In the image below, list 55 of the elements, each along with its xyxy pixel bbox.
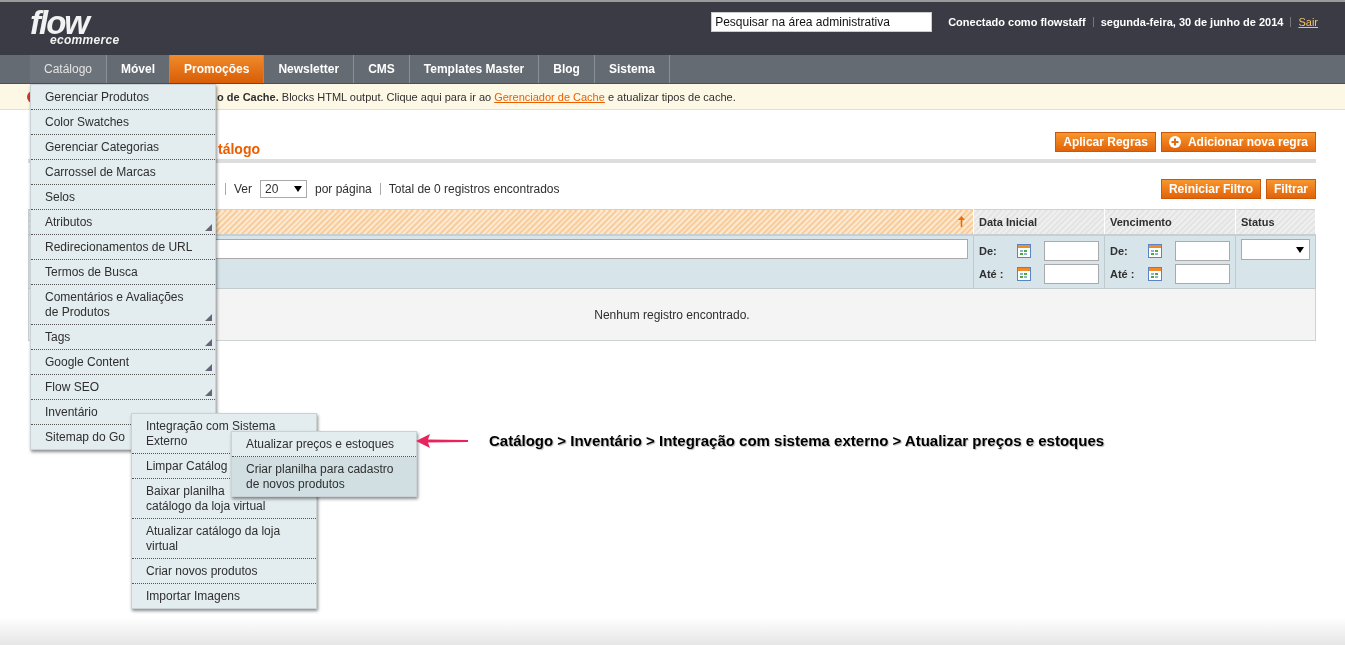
calendar-icon[interactable] — [1148, 266, 1162, 281]
nav-tab[interactable]: Sistema — [594, 55, 670, 83]
menu-item[interactable]: Criar planilha para cadastro de novos produtos — [232, 457, 416, 496]
date-label: segunda-feira, 30 de junho de 2014 — [1100, 16, 1284, 28]
user-label: Conectado como flowstaff — [948, 16, 1086, 28]
notice-message: o de Cache. Blocks HTML output. Clique aqui para ir ao Gerenciador de Cache e atualizar tipos de cache. — [217, 90, 736, 103]
caret-icon — [1296, 246, 1304, 253]
menu-item[interactable]: Comentários e Avaliações de Produtos — [31, 285, 215, 325]
menu-item[interactable]: Selos — [31, 185, 215, 210]
caret-icon — [294, 186, 302, 192]
search-field[interactable]: Pesquisar na área administrativa — [711, 12, 933, 32]
menu-item[interactable]: Redirecionamentos de URL — [31, 235, 215, 260]
menu-item[interactable]: Carrossel de Marcas — [31, 160, 215, 185]
logout-link[interactable]: Sair — [1298, 16, 1318, 28]
column-header[interactable]: Vencimento — [1104, 209, 1236, 235]
plus-icon — [1168, 136, 1181, 148]
nav-tab[interactable]: CMS — [354, 55, 410, 83]
menu-item[interactable]: Atualizar catálogo da loja virtual — [132, 519, 316, 559]
column-header[interactable]: Data Inicial — [973, 209, 1105, 235]
empty-message: Nenhum registro encontrado. — [594, 307, 750, 322]
sort-arrow-icon — [958, 216, 965, 227]
date-to-input[interactable] — [1044, 263, 1099, 284]
view-label: Ver — [234, 182, 252, 196]
nav-tab[interactable]: Catálogo — [30, 55, 108, 83]
menu-item[interactable]: Importar Imagens — [132, 584, 316, 608]
per-page-label: por página — [315, 182, 372, 196]
calendar-icon[interactable] — [1017, 266, 1031, 281]
menu-item[interactable]: Flow SEO — [31, 375, 215, 400]
page-size-select[interactable]: 20 — [260, 180, 307, 198]
menu-item[interactable]: Color Swatches — [31, 110, 215, 135]
nav-tab[interactable]: Blog — [539, 55, 595, 83]
calendar-icon[interactable] — [1017, 243, 1031, 258]
annotation-text: Catálogo > Inventário > Integração com sistema externo > Atualizar preços e estoques — [489, 432, 1105, 449]
calendar-icon[interactable] — [1148, 243, 1162, 258]
menu-item[interactable]: Gerenciar Produtos — [31, 85, 215, 110]
pointer-arrow — [416, 433, 468, 449]
menu-item[interactable]: Atributos — [31, 210, 215, 235]
menu-item[interactable]: Tags — [31, 325, 215, 350]
status-select[interactable] — [1241, 239, 1310, 260]
nav-tab[interactable]: Newsletter — [264, 55, 355, 83]
nav-tab[interactable]: Templates Master — [409, 55, 540, 83]
menu-item[interactable]: Google Content — [31, 350, 215, 375]
menu-item[interactable]: Criar novos produtos — [132, 559, 316, 584]
menu-item[interactable]: Termos de Busca — [31, 260, 215, 285]
total-label: Total de 0 registros encontrados — [388, 182, 560, 196]
date-to-input[interactable] — [1175, 263, 1230, 284]
to-label: Até : — [979, 267, 1005, 280]
to-label: Até : — [1110, 267, 1136, 280]
column-header[interactable]: Status — [1235, 209, 1316, 235]
date-from-input[interactable] — [1044, 240, 1099, 261]
menu-item[interactable]: Gerenciar Categorias — [31, 135, 215, 160]
page-title: tálogo — [218, 140, 260, 158]
from-label: De: — [1110, 244, 1129, 257]
date-from-input[interactable] — [1175, 240, 1230, 261]
from-label: De: — [979, 244, 998, 257]
